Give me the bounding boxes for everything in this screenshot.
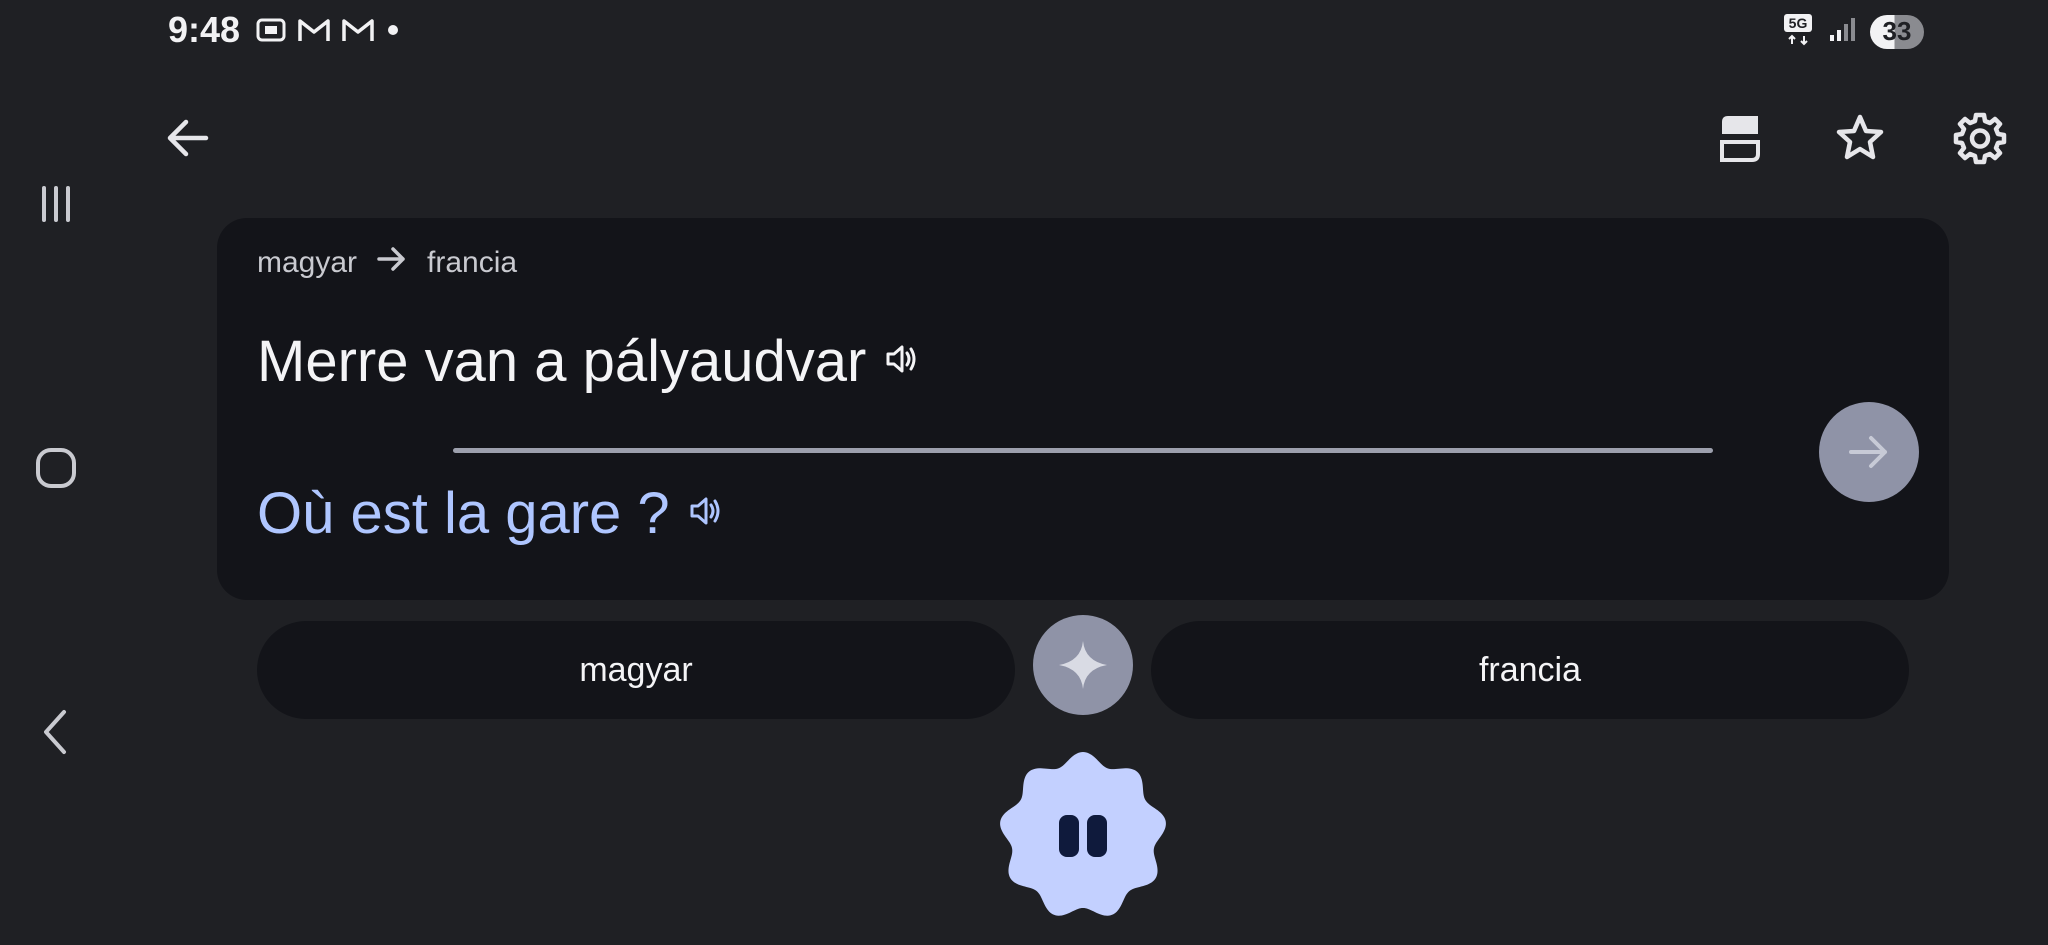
signal-strength-icon xyxy=(1828,15,1856,48)
target-language-label: francia xyxy=(427,246,518,279)
arrow-right-icon xyxy=(377,246,407,280)
translate-arrow-button[interactable] xyxy=(1819,402,1919,502)
more-notifications-dot-icon xyxy=(385,22,401,43)
home-button[interactable] xyxy=(28,440,84,496)
star-outline-icon xyxy=(1836,114,1884,160)
translated-text-row: Où est la gare ? xyxy=(257,480,724,547)
system-navigation-bar xyxy=(0,0,112,945)
speaker-icon[interactable] xyxy=(884,341,920,382)
recent-apps-icon xyxy=(42,186,70,222)
language-direction: magyar francia xyxy=(257,246,517,280)
gmail-icon xyxy=(297,16,331,49)
settings-button[interactable] xyxy=(1950,108,2010,168)
battery-indicator: 33 xyxy=(1870,14,1924,49)
translate-app-screen: 9:48 5G 33 magyar francia Merre van a pá… xyxy=(0,0,2048,945)
arrow-back-icon xyxy=(167,119,209,157)
favorite-button[interactable] xyxy=(1830,108,1890,168)
split-view-button[interactable] xyxy=(1710,108,1770,168)
sparkle-icon xyxy=(1059,641,1107,689)
speaker-icon[interactable] xyxy=(688,493,724,534)
source-text-row: Merre van a pályaudvar xyxy=(257,328,920,395)
source-language-label: magyar xyxy=(257,246,358,279)
translated-text[interactable]: Où est la gare ? xyxy=(257,480,670,547)
gmail-icon xyxy=(341,16,375,49)
translation-card: magyar francia Merre van a pályaudvar Où… xyxy=(217,218,1949,600)
split-screen-icon xyxy=(1720,116,1760,162)
source-text[interactable]: Merre van a pályaudvar xyxy=(257,328,866,395)
status-time: 9:48 xyxy=(168,9,241,50)
pause-icon xyxy=(1059,815,1107,857)
system-status-icons: 5G 33 xyxy=(1782,12,1924,51)
home-icon xyxy=(36,448,76,488)
listening-indicator-line xyxy=(453,448,1713,453)
arrow-forward-icon xyxy=(1849,436,1887,468)
svg-text:5G: 5G xyxy=(1789,15,1808,31)
source-language-button[interactable]: magyar xyxy=(257,621,1015,719)
chevron-left-icon xyxy=(44,710,66,754)
sparkle-button[interactable] xyxy=(1033,615,1133,715)
gear-icon xyxy=(1953,112,2007,165)
pause-button[interactable] xyxy=(997,750,1169,922)
network-5g-icon: 5G xyxy=(1782,12,1814,51)
target-language-button[interactable]: francia xyxy=(1151,621,1909,719)
notification-icons xyxy=(255,14,401,51)
back-button[interactable] xyxy=(158,108,218,168)
system-back-button[interactable] xyxy=(28,704,84,760)
screenshot-icon xyxy=(255,14,287,51)
recent-apps-button[interactable] xyxy=(28,176,84,232)
